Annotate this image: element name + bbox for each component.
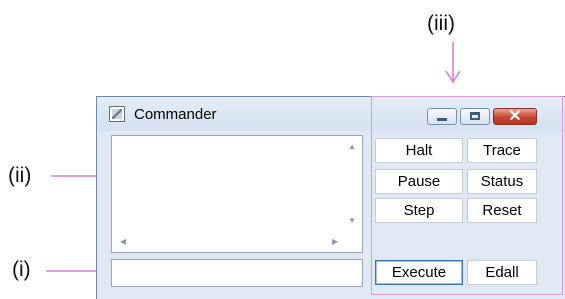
maximize-icon [470,112,480,120]
scroll-right-arrow-icon[interactable]: ▶ [332,237,338,246]
minimize-icon [437,118,447,121]
app-icon[interactable] [109,106,125,122]
maximize-button[interactable] [460,108,490,125]
arrow-iii-head [445,70,461,84]
execute-button[interactable]: Execute [375,260,463,285]
commander-window: Commander ✕ ▲ ▼ ◀ ▶ Halt Trace Pause Sta… [96,96,565,299]
window-title: Commander [134,106,217,123]
command-input[interactable] [111,259,363,287]
halt-button[interactable]: Halt [375,138,463,163]
step-button[interactable]: Step [375,198,463,223]
callout-iii-label: (iii) [427,12,455,35]
close-icon: ✕ [508,108,522,125]
reset-button[interactable]: Reset [467,198,537,223]
close-button[interactable]: ✕ [493,108,537,125]
trace-button[interactable]: Trace [467,138,537,163]
output-text-area[interactable]: ▲ ▼ ◀ ▶ [111,135,363,253]
scroll-left-arrow-icon[interactable]: ◀ [120,237,126,246]
pause-button[interactable]: Pause [375,169,463,194]
status-button[interactable]: Status [467,169,537,194]
minimize-button[interactable] [427,108,457,125]
title-bar[interactable]: Commander ✕ [97,97,565,131]
scroll-down-arrow-icon[interactable]: ▼ [348,216,356,225]
edall-button[interactable]: Edall [467,260,537,285]
callout-ii-label: (ii) [8,164,32,187]
callout-i-label: (i) [12,258,31,281]
scroll-up-arrow-icon[interactable]: ▲ [348,142,356,151]
